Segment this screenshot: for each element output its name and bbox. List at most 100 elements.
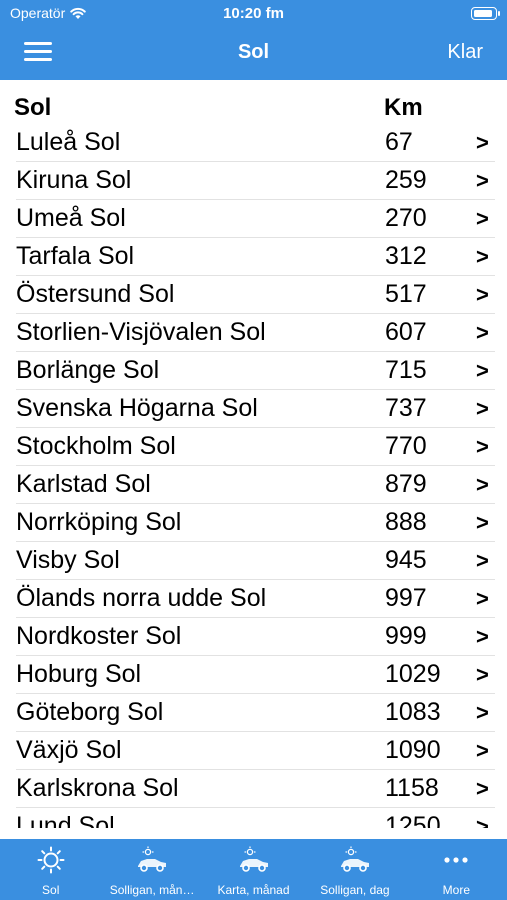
station-list[interactable]: Sol Km Luleå Sol 67 > Kiruna Sol 259 > Umeå So… (0, 80, 507, 828)
sun-icon (34, 845, 68, 875)
station-name: Kiruna Sol (16, 166, 132, 194)
station-distance: 1158 (385, 774, 439, 802)
weather-car-icon (237, 845, 271, 875)
chevron-right-icon: > (476, 814, 489, 828)
table-row[interactable]: Norrköping Sol 888 > (0, 504, 507, 542)
hamburger-menu-icon[interactable] (24, 40, 54, 64)
station-name: Luleå Sol (16, 128, 121, 156)
table-row[interactable]: Lund Sol 1250 > (0, 808, 507, 828)
table-rows: Luleå Sol 67 > Kiruna Sol 259 > Umeå Sol 270 > Ta… (0, 124, 507, 828)
chevron-right-icon: > (476, 624, 489, 649)
chevron-right-icon: > (476, 548, 489, 573)
station-name: Göteborg Sol (16, 698, 164, 726)
table-row[interactable]: Karlskrona Sol 1158 > (0, 770, 507, 808)
table-header: Sol Km (14, 94, 497, 124)
station-name: Karlstad Sol (16, 470, 151, 498)
station-distance: 1250 (385, 812, 441, 828)
station-distance: 888 (385, 508, 427, 536)
station-name: Tarfala Sol (16, 242, 135, 270)
done-button[interactable]: Klar (447, 41, 483, 64)
station-distance: 770 (385, 432, 427, 460)
status-bar: Operatör 10:20 fm (0, 0, 507, 28)
chevron-right-icon: > (476, 358, 489, 383)
chevron-right-icon: > (476, 130, 489, 155)
chevron-right-icon: > (476, 168, 489, 193)
station-distance: 312 (385, 242, 427, 270)
chevron-right-icon: > (476, 244, 489, 269)
chevron-right-icon: > (476, 320, 489, 345)
column-header-name: Sol (14, 94, 52, 121)
column-header-km: Km (384, 94, 423, 121)
chevron-right-icon: > (476, 586, 489, 611)
chevron-right-icon: > (476, 434, 489, 459)
tab-4[interactable]: Solligan, dag (304, 839, 405, 900)
station-name: Karlskrona Sol (16, 774, 179, 802)
station-name: Stockholm Sol (16, 432, 176, 460)
tab-label: Sol (42, 883, 60, 897)
table-row[interactable]: Borlänge Sol 715 > (0, 352, 507, 390)
station-distance: 67 (385, 128, 413, 156)
status-time: 10:20 fm (223, 5, 284, 22)
table-row[interactable]: Växjö Sol 1090 > (0, 732, 507, 770)
tab-label: Solligan, dag (320, 883, 390, 897)
station-distance: 517 (385, 280, 427, 308)
battery-icon (471, 7, 500, 20)
station-name: Lund Sol (16, 812, 115, 828)
tab-bar: Sol Solligan, mån… Karta, månad Solligan, d… (0, 839, 507, 900)
station-distance: 945 (385, 546, 427, 574)
table-row[interactable]: Östersund Sol 517 > (0, 276, 507, 314)
tab-5[interactable]: More (406, 839, 507, 900)
tab-label: Solligan, mån… (109, 883, 195, 897)
table-row[interactable]: Tarfala Sol 312 > (0, 238, 507, 276)
station-name: Borlänge Sol (16, 356, 160, 384)
table-row[interactable]: Luleå Sol 67 > (0, 124, 507, 162)
station-distance: 607 (385, 318, 427, 346)
top-bar: Operatör 10:20 fm Sol Klar (0, 0, 507, 80)
station-distance: 1083 (385, 698, 441, 726)
station-distance: 879 (385, 470, 427, 498)
station-distance: 1029 (385, 660, 441, 688)
table-row[interactable]: Kiruna Sol 259 > (0, 162, 507, 200)
table-row[interactable]: Stockholm Sol 770 > (0, 428, 507, 466)
table-row[interactable]: Umeå Sol 270 > (0, 200, 507, 238)
tab-3[interactable]: Karta, månad (203, 839, 304, 900)
table-row[interactable]: Hoburg Sol 1029 > (0, 656, 507, 694)
station-name: Umeå Sol (16, 204, 126, 232)
station-name: Visby Sol (16, 546, 120, 574)
chevron-right-icon: > (476, 472, 489, 497)
station-distance: 259 (385, 166, 427, 194)
weather-car-icon (135, 845, 169, 875)
weather-car-icon (338, 845, 372, 875)
table-row[interactable]: Svenska Högarna Sol 737 > (0, 390, 507, 428)
table-row[interactable]: Nordkoster Sol 999 > (0, 618, 507, 656)
chevron-right-icon: > (476, 510, 489, 535)
chevron-right-icon: > (476, 700, 489, 725)
chevron-right-icon: > (476, 738, 489, 763)
station-name: Hoburg Sol (16, 660, 142, 688)
tab-1[interactable]: Sol (0, 839, 101, 900)
station-distance: 999 (385, 622, 427, 650)
table-row[interactable]: Karlstad Sol 879 > (0, 466, 507, 504)
chevron-right-icon: > (476, 662, 489, 687)
chevron-right-icon: > (476, 206, 489, 231)
station-name: Östersund Sol (16, 280, 175, 308)
table-row[interactable]: Göteborg Sol 1083 > (0, 694, 507, 732)
station-name: Svenska Högarna Sol (16, 394, 258, 422)
table-row[interactable]: Storlien-Visjövalen Sol 607 > (0, 314, 507, 352)
tab-2[interactable]: Solligan, mån… (101, 839, 202, 900)
station-name: Ölands norra udde Sol (16, 584, 267, 612)
table-row[interactable]: Ölands norra udde Sol 997 > (0, 580, 507, 618)
chevron-right-icon: > (476, 776, 489, 801)
chevron-right-icon: > (476, 396, 489, 421)
station-name: Norrköping Sol (16, 508, 182, 536)
station-name: Nordkoster Sol (16, 622, 182, 650)
station-name: Storlien-Visjövalen Sol (16, 318, 266, 346)
table-row[interactable]: Visby Sol 945 > (0, 542, 507, 580)
tab-label: Karta, månad (217, 883, 290, 897)
station-distance: 270 (385, 204, 427, 232)
navigation-bar: Sol Klar (0, 28, 507, 78)
station-distance: 1090 (385, 736, 441, 764)
station-distance: 997 (385, 584, 427, 612)
tab-label: More (442, 883, 470, 897)
more-dots-icon (439, 845, 473, 875)
